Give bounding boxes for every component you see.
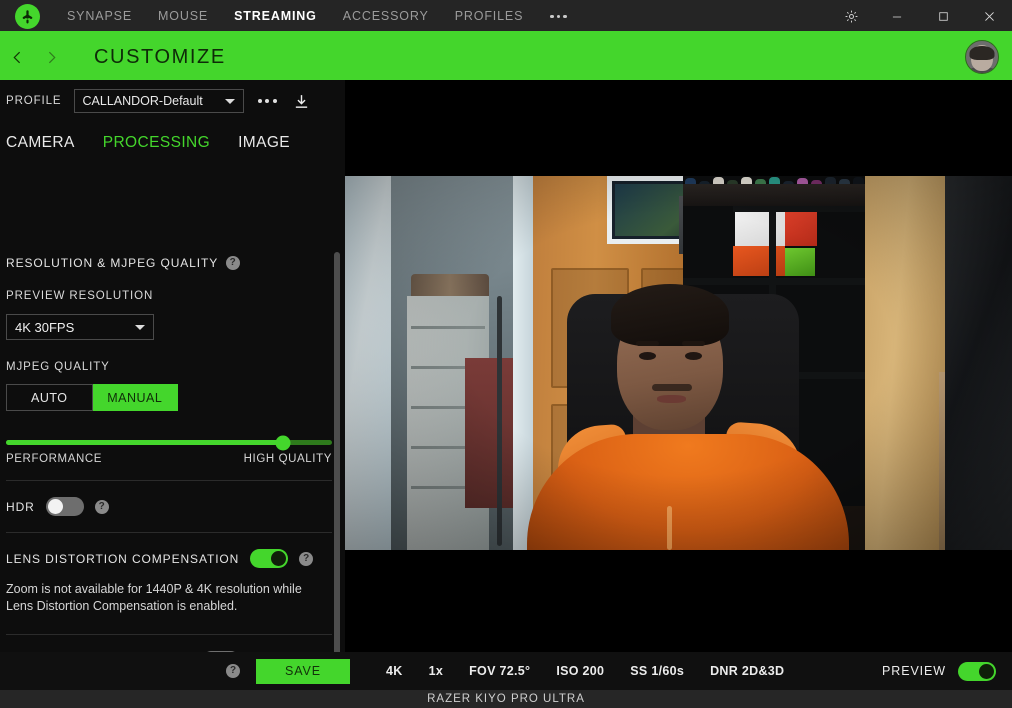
gear-icon[interactable]	[828, 0, 874, 33]
tab-image[interactable]: IMAGE	[238, 134, 290, 152]
preview-resolution-label: PREVIEW RESOLUTION	[6, 290, 154, 302]
window-controls	[828, 0, 1012, 33]
preview-resolution-value: 4K 30FPS	[15, 319, 75, 335]
section-resolution-mjpeg-label: RESOLUTION & MJPEG QUALITY	[6, 256, 219, 270]
sub-tabs: CAMERA PROCESSING IMAGE	[0, 126, 345, 160]
nav-tab-accessory[interactable]: ACCESSORY	[330, 0, 442, 33]
slider-min-label: PERFORMANCE	[6, 453, 103, 465]
page-header: CUSTOMIZE	[0, 34, 1012, 80]
close-icon[interactable]	[966, 0, 1012, 33]
status-dnr: DNR 2D&3D	[710, 664, 785, 678]
mjpeg-mode-auto[interactable]: AUTO	[6, 384, 93, 411]
settings-scrollbar[interactable]	[334, 252, 340, 708]
lens-distortion-row: LENS DISTORTION COMPENSATION ?	[6, 549, 326, 568]
divider	[6, 480, 332, 481]
lens-distortion-toggle[interactable]	[250, 549, 289, 568]
download-icon[interactable]	[293, 93, 310, 110]
status-fov: FOV 72.5°	[469, 664, 531, 678]
mjpeg-quality-label: MJPEG QUALITY	[6, 361, 110, 373]
chevron-down-icon	[224, 98, 235, 104]
device-status-bar: RAZER KIYO PRO ULTRA	[0, 690, 1012, 708]
chevron-down-icon	[135, 324, 145, 330]
help-icon[interactable]: ?	[299, 551, 314, 566]
preview-area	[345, 80, 1012, 652]
preview-label: PREVIEW	[882, 664, 946, 678]
save-button[interactable]: SAVE	[256, 658, 350, 684]
profile-row: PROFILE CALLANDOR-Default	[0, 80, 345, 122]
razer-synapse-window: SYNAPSE MOUSE STREAMING ACCESSORY PROFIL…	[0, 0, 1012, 708]
title-bar: SYNAPSE MOUSE STREAMING ACCESSORY PROFIL…	[0, 0, 1012, 33]
user-avatar[interactable]	[965, 40, 999, 74]
section-resolution-mjpeg: RESOLUTION & MJPEG QUALITY ?	[6, 256, 326, 270]
profile-label: PROFILE	[6, 95, 62, 107]
status-zoom: 1x	[428, 664, 444, 678]
slider-fill	[6, 440, 284, 445]
slider-max-label: HIGH QUALITY	[243, 453, 332, 465]
status-shutter-speed: SS 1/60s	[630, 664, 685, 678]
maximize-icon[interactable]	[920, 0, 966, 33]
nav-tab-mouse[interactable]: MOUSE	[145, 0, 221, 33]
divider	[6, 532, 332, 533]
tab-camera[interactable]: CAMERA	[6, 134, 75, 152]
device-name: RAZER KIYO PRO ULTRA	[427, 693, 585, 705]
profile-select[interactable]: CALLANDOR-Default	[73, 89, 244, 113]
help-icon[interactable]: ?	[226, 664, 240, 678]
lens-distortion-label: LENS DISTORTION COMPENSATION	[6, 551, 240, 566]
slider-track[interactable]	[6, 435, 332, 450]
minimize-icon[interactable]	[874, 0, 920, 33]
preview-resolution-select[interactable]: 4K 30FPS	[6, 314, 154, 340]
profile-options-icon[interactable]	[257, 99, 277, 103]
preview-toggle[interactable]	[958, 661, 996, 681]
settings-scroll-area: RESOLUTION & MJPEG QUALITY ? PREVIEW RES…	[0, 170, 345, 708]
slider-labels: PERFORMANCE HIGH QUALITY	[6, 453, 332, 465]
app-logo	[0, 4, 54, 29]
main-nav-tabs: SYNAPSE MOUSE STREAMING ACCESSORY PROFIL…	[54, 0, 581, 33]
mjpeg-mode-manual[interactable]: MANUAL	[92, 384, 178, 411]
status-iso: ISO 200	[556, 664, 605, 678]
nav-tab-synapse[interactable]: SYNAPSE	[54, 0, 145, 33]
hdr-row: HDR ?	[6, 497, 326, 516]
lens-distortion-note: Zoom is not available for 1440P & 4K res…	[6, 582, 302, 613]
profile-select-value: CALLANDOR-Default	[82, 94, 203, 108]
camera-status-strip: 4K 1x FOV 72.5° ISO 200 SS 1/60s DNR 2D&…	[386, 664, 784, 678]
chevron-right-icon[interactable]	[34, 49, 68, 66]
slider-knob[interactable]	[275, 435, 291, 450]
hdr-label: HDR	[6, 499, 35, 514]
divider	[6, 633, 332, 635]
camera-live-preview	[345, 176, 1012, 550]
nav-tab-profiles[interactable]: PROFILES	[442, 0, 537, 33]
mjpeg-quality-slider[interactable]: PERFORMANCE HIGH QUALITY	[6, 435, 332, 465]
page-title: CUSTOMIZE	[94, 45, 226, 68]
razer-logo-icon	[14, 4, 40, 29]
tab-processing[interactable]: PROCESSING	[103, 134, 210, 152]
mjpeg-quality-mode: AUTO MANUAL	[6, 384, 178, 411]
overflow-menu-icon[interactable]	[536, 0, 581, 33]
status-resolution: 4K	[386, 664, 403, 678]
hdr-toggle[interactable]	[45, 497, 84, 516]
help-icon[interactable]: ?	[226, 256, 241, 270]
chevron-left-icon[interactable]	[0, 49, 34, 66]
settings-panel: PROFILE CALLANDOR-Default CAMERA PROCESS…	[0, 80, 345, 708]
help-icon[interactable]: ?	[94, 499, 109, 514]
bottom-toolbar: ? SAVE 4K 1x FOV 72.5° ISO 200 SS 1/60s …	[0, 652, 1012, 690]
nav-tab-streaming[interactable]: STREAMING	[221, 0, 330, 33]
preview-toggle-group: PREVIEW	[882, 661, 996, 681]
